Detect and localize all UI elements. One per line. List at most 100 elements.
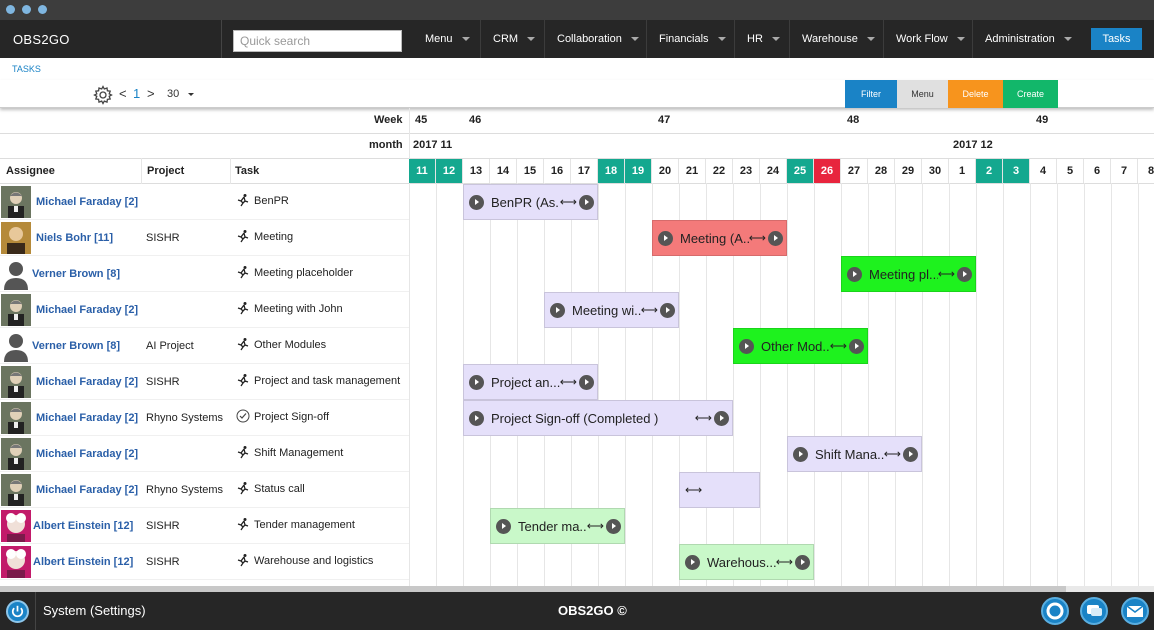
task-row[interactable]: Michael Faraday [2] Shift Management Shift…	[0, 436, 1154, 472]
window-maximize-dot[interactable]	[38, 5, 47, 14]
task-name[interactable]: BenPR	[254, 195, 289, 207]
task-name[interactable]: Tender management	[254, 519, 355, 531]
task-row[interactable]: Michael Faraday [2] BenPR BenPR (As... ⟷	[0, 184, 1154, 220]
nav-financials[interactable]: Financials	[646, 20, 726, 58]
chevron-right-icon[interactable]	[903, 446, 918, 462]
task-name[interactable]: Meeting	[254, 231, 293, 243]
quick-search-input[interactable]	[233, 30, 402, 52]
task-name[interactable]: Project Sign-off	[254, 411, 329, 423]
mail-icon[interactable]	[1121, 597, 1149, 625]
chevron-right-icon[interactable]	[496, 518, 511, 534]
gantt-bar[interactable]: Shift Mana... ⟷	[787, 436, 922, 472]
gantt-bar[interactable]: Meeting wi... ⟷	[544, 292, 679, 328]
menu-button[interactable]: Menu	[897, 80, 948, 108]
window-minimize-dot[interactable]	[22, 5, 31, 14]
task-name[interactable]: Project and task management	[254, 375, 400, 387]
chevron-right-icon[interactable]	[714, 410, 729, 426]
resize-arrows-icon[interactable]: ⟷	[560, 375, 577, 389]
gantt-bar[interactable]: Project an... ⟷	[463, 364, 598, 400]
breadcrumb[interactable]: TASKS	[12, 64, 41, 74]
brand-logo[interactable]: OBS2GO	[13, 32, 70, 47]
nav-collaboration[interactable]: Collaboration	[544, 20, 639, 58]
assignee-link[interactable]: Albert Einstein [12]	[33, 520, 133, 532]
chevron-right-icon[interactable]	[847, 266, 862, 282]
chevron-right-icon[interactable]	[849, 338, 864, 354]
task-row[interactable]: Michael Faraday [2] SISHR Project and task…	[0, 364, 1154, 400]
assignee-link[interactable]: Verner Brown [8]	[32, 340, 120, 352]
delete-button[interactable]: Delete	[948, 80, 1003, 108]
resize-arrows-icon[interactable]: ⟷	[560, 195, 577, 209]
nav-crm[interactable]: CRM	[480, 20, 536, 58]
gantt-bar[interactable]: Other Mod... ⟷	[733, 328, 868, 364]
chevron-right-icon[interactable]	[550, 302, 565, 318]
assignee-link[interactable]: Michael Faraday [2]	[36, 484, 138, 496]
task-row[interactable]: Niels Bohr [11] SISHR Meeting Meeting (A...…	[0, 220, 1154, 256]
chevron-right-icon[interactable]	[660, 302, 675, 318]
pager-next[interactable]: >	[147, 86, 155, 101]
assignee-link[interactable]: Michael Faraday [2]	[36, 448, 138, 460]
gantt-bar[interactable]: Meeting (A... ⟷	[652, 220, 787, 256]
task-row[interactable]: Verner Brown [8] AI Project Other Modules O…	[0, 328, 1154, 364]
assignee-link[interactable]: Michael Faraday [2]	[36, 304, 138, 316]
task-row[interactable]: Michael Faraday [2] Meeting with John Meet…	[0, 292, 1154, 328]
nav-work-flow[interactable]: Work Flow	[883, 20, 965, 58]
task-name[interactable]: Meeting with John	[254, 303, 343, 315]
project-column-header[interactable]: Project	[147, 165, 184, 177]
chevron-right-icon[interactable]	[739, 338, 754, 354]
nav-hr[interactable]: HR	[734, 20, 780, 58]
gear-icon[interactable]	[93, 85, 113, 105]
gantt-bar[interactable]: BenPR (As... ⟷	[463, 184, 598, 220]
task-name[interactable]: Status call	[254, 483, 305, 495]
task-name[interactable]: Meeting placeholder	[254, 267, 353, 279]
task-name[interactable]: Warehouse and logistics	[254, 555, 373, 567]
chevron-right-icon[interactable]	[469, 374, 484, 390]
chevron-right-icon[interactable]	[768, 230, 783, 246]
chevron-right-icon[interactable]	[469, 410, 484, 426]
resize-arrows-icon[interactable]: ⟷	[749, 231, 766, 245]
resize-arrows-icon[interactable]: ⟷	[685, 483, 702, 497]
nav-administration[interactable]: Administration	[972, 20, 1072, 58]
chevron-right-icon[interactable]	[685, 554, 700, 570]
window-close-dot[interactable]	[6, 5, 15, 14]
resize-arrows-icon[interactable]: ⟷	[830, 339, 847, 353]
pager-prev[interactable]: <	[119, 86, 127, 101]
chevron-right-icon[interactable]	[795, 554, 810, 570]
chevron-right-icon[interactable]	[579, 374, 594, 390]
chevron-right-icon[interactable]	[606, 518, 621, 534]
task-column-header[interactable]: Task	[235, 165, 259, 177]
power-icon[interactable]	[6, 600, 29, 623]
assignee-link[interactable]: Michael Faraday [2]	[36, 196, 138, 208]
resize-arrows-icon[interactable]: ⟷	[938, 267, 955, 281]
chevron-right-icon[interactable]	[957, 266, 972, 282]
assignee-link[interactable]: Niels Bohr [11]	[36, 232, 113, 244]
resize-arrows-icon[interactable]: ⟷	[641, 303, 658, 317]
chevron-right-icon[interactable]	[579, 194, 594, 210]
filter-button[interactable]: Filter	[845, 80, 897, 108]
assignee-column-header[interactable]: Assignee	[6, 165, 55, 177]
gantt-bar[interactable]: Tender ma... ⟷	[490, 508, 625, 544]
task-row[interactable]: Verner Brown [8] Meeting placeholder Meeti…	[0, 256, 1154, 292]
nav-menu[interactable]: Menu	[413, 20, 470, 58]
task-row[interactable]: Michael Faraday [2] Rhyno Systems Project …	[0, 400, 1154, 436]
task-row[interactable]: Michael Faraday [2] Rhyno Systems Status c…	[0, 472, 1154, 508]
gantt-bar[interactable]: Project Sign-off (Completed ) ⟷	[463, 400, 733, 436]
task-row[interactable]: Albert Einstein [12] SISHR Warehouse and l…	[0, 544, 1154, 580]
chevron-right-icon[interactable]	[469, 194, 484, 210]
chevron-down-icon[interactable]	[188, 93, 194, 96]
assignee-link[interactable]: Michael Faraday [2]	[36, 412, 138, 424]
resize-arrows-icon[interactable]: ⟷	[587, 519, 604, 533]
gantt-bar[interactable]: ⟷	[679, 472, 760, 508]
task-row[interactable]: Albert Einstein [12] SISHR Tender manageme…	[0, 508, 1154, 544]
assignee-link[interactable]: Albert Einstein [12]	[33, 556, 133, 568]
create-button[interactable]: Create	[1003, 80, 1058, 108]
assignee-link[interactable]: Verner Brown [8]	[32, 268, 120, 280]
nav-warehouse[interactable]: Warehouse	[789, 20, 875, 58]
resize-arrows-icon[interactable]: ⟷	[695, 411, 712, 425]
system-settings-link[interactable]: System (Settings)	[43, 603, 146, 618]
chevron-right-icon[interactable]	[793, 446, 808, 462]
chat-icon[interactable]	[1080, 597, 1108, 625]
lifebuoy-icon[interactable]	[1041, 597, 1069, 625]
task-name[interactable]: Shift Management	[254, 447, 343, 459]
nav-tasks-button[interactable]: Tasks	[1091, 28, 1142, 50]
assignee-link[interactable]: Michael Faraday [2]	[36, 376, 138, 388]
